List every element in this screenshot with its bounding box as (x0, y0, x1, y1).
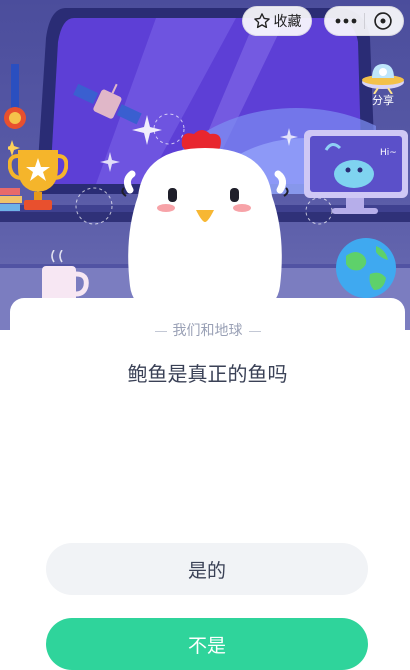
medal-decoration (4, 64, 26, 129)
mug-decoration (42, 250, 89, 302)
more-dots-icon (335, 18, 357, 24)
answer-option-no[interactable]: 不是 (46, 618, 368, 670)
question-category: 我们和地球 (10, 320, 405, 340)
category-dash-left (154, 330, 167, 332)
ufo-share-icon (362, 64, 404, 94)
dashed-circle-decoration (75, 187, 113, 225)
answer-option-label: 是的 (187, 559, 226, 582)
monitor-decoration (304, 130, 408, 214)
favorite-label: 收藏 (273, 14, 302, 30)
category-dash-right (248, 330, 261, 332)
mini-program-capsule (324, 6, 404, 36)
answer-option-yes[interactable]: 是的 (46, 543, 368, 595)
header-illustration: Hi~ 收藏 分享 (0, 0, 410, 330)
star-outline-icon (253, 13, 270, 29)
books-decoration (0, 188, 22, 211)
question-card: 我们和地球 鲍鱼是真正的鱼吗 是的 不是 (10, 298, 405, 670)
favorite-button[interactable]: 收藏 (242, 6, 312, 36)
globe-decoration (336, 238, 396, 298)
share-label: 分享 (372, 94, 394, 107)
share-button[interactable]: 分享 (360, 58, 406, 108)
category-label: 我们和地球 (172, 323, 243, 339)
more-button[interactable] (335, 17, 357, 25)
question-text: 鲍鱼是真正的鱼吗 (127, 362, 288, 386)
robot-greeting-text: Hi~ (380, 148, 397, 158)
close-circle-icon (374, 12, 392, 30)
mascot-chicken (121, 130, 289, 322)
capsule-divider (364, 13, 366, 29)
close-button[interactable] (373, 11, 393, 31)
answer-option-label: 不是 (187, 634, 226, 657)
